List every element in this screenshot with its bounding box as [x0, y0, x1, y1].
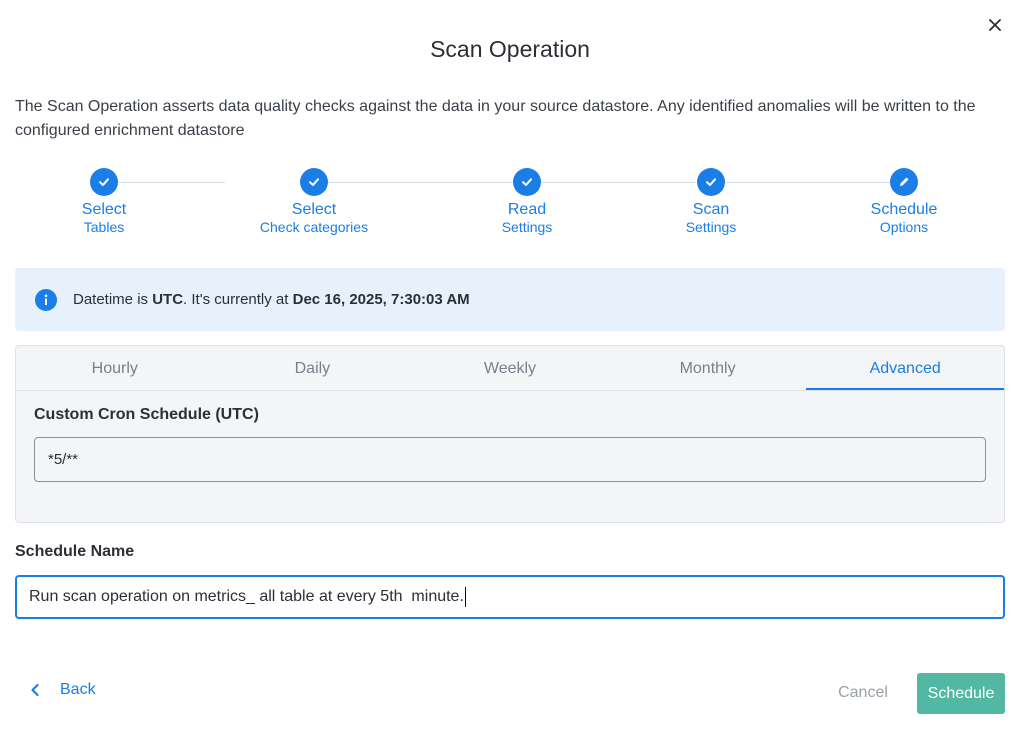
check-icon: [309, 178, 319, 186]
tab-hourly[interactable]: Hourly: [16, 346, 214, 390]
dialog-title: Scan Operation: [430, 36, 590, 62]
info-middle: . It's currently at: [183, 291, 293, 308]
step-circle: [890, 168, 918, 196]
check-icon: [99, 178, 109, 186]
check-icon: [706, 178, 716, 186]
schedule-name-input[interactable]: Run scan operation on metrics_ all table…: [15, 575, 1005, 619]
tab-daily[interactable]: Daily: [214, 346, 412, 390]
schedule-button[interactable]: Schedule: [917, 673, 1005, 714]
close-icon: [989, 19, 1001, 31]
step-scan-settings[interactable]: Scan Settings: [631, 168, 791, 236]
cancel-button[interactable]: Cancel: [824, 673, 902, 713]
step-title: Scan: [692, 201, 730, 218]
info-timezone: UTC: [152, 291, 184, 308]
step-schedule-options[interactable]: Schedule Options: [824, 168, 984, 236]
step-read-settings[interactable]: Read Settings: [447, 168, 607, 236]
step-select-check-categories[interactable]: Select Check categories: [234, 168, 394, 236]
timezone-info-banner: Datetime is UTC. It's currently at Dec 1…: [15, 268, 1005, 331]
step-title: Select: [81, 201, 127, 218]
step-select-tables[interactable]: Select Tables: [24, 168, 184, 236]
text-caret: [464, 586, 466, 607]
step-subtitle: Tables: [83, 219, 125, 235]
schedule-name-label: Schedule Name: [15, 543, 135, 560]
info-current-time: Dec 16, 2025, 7:30:03 AM: [292, 291, 470, 308]
tab-monthly[interactable]: Monthly: [609, 346, 807, 390]
step-subtitle: Settings: [501, 219, 553, 235]
step-circle: [697, 168, 725, 196]
step-subtitle: Settings: [685, 219, 737, 235]
step-subtitle: Check categories: [259, 219, 369, 235]
step-title: Schedule: [870, 201, 938, 218]
schedule-tabs: Hourly Daily Weekly Monthly Advanced: [16, 346, 1004, 391]
close-button[interactable]: [985, 15, 1005, 35]
step-subtitle: Options: [879, 219, 929, 235]
step-circle: [90, 168, 118, 196]
schedule-tabs-panel: Hourly Daily Weekly Monthly Advanced Cus…: [15, 345, 1005, 523]
tab-advanced[interactable]: Advanced: [806, 346, 1004, 390]
info-prefix: Datetime is: [73, 291, 153, 308]
step-circle: [513, 168, 541, 196]
tab-weekly[interactable]: Weekly: [411, 346, 609, 390]
schedule-name-value: Run scan operation on metrics_ all table…: [29, 588, 464, 605]
stepper: Select Tables Select Check categories Re…: [15, 168, 1005, 248]
chevron-left-icon: [30, 683, 40, 697]
cron-input[interactable]: *5/**: [34, 437, 986, 482]
check-icon: [522, 178, 532, 186]
step-circle: [300, 168, 328, 196]
dialog-description: The Scan Operation asserts data quality …: [15, 98, 976, 139]
cron-label: Custom Cron Schedule (UTC): [34, 406, 259, 423]
step-title: Select: [291, 201, 337, 218]
pencil-icon: [900, 177, 909, 186]
back-label: Back: [60, 681, 96, 698]
back-button[interactable]: Back: [30, 681, 96, 699]
info-icon: [35, 288, 57, 311]
step-title: Read: [507, 201, 547, 218]
